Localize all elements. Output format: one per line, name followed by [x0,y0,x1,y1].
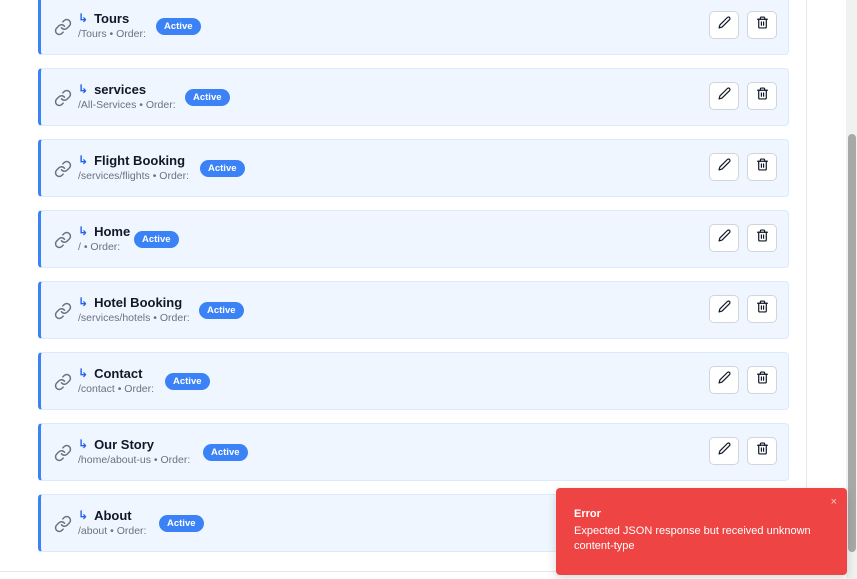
trash-icon [756,87,769,105]
link-icon [54,89,72,107]
item-title: About [94,507,132,523]
delete-button[interactable] [747,437,777,465]
delete-button[interactable] [747,11,777,39]
child-arrow-icon: ↳ [78,82,89,96]
pencil-icon [717,371,731,389]
edit-button[interactable] [709,11,739,39]
status-badge: Active [185,89,230,106]
item-path: /All-Services [78,99,137,111]
item-title: Tours [94,10,130,26]
trash-icon [756,229,769,247]
delete-button[interactable] [747,366,777,394]
pencil-icon [717,87,731,105]
item-title: Our Story [94,436,155,452]
item-order: • Order: [117,383,155,395]
link-icon [54,302,72,320]
status-badge: Active [156,18,201,35]
trash-icon [756,300,769,318]
trash-icon [756,16,769,34]
item-path: /home/about-us [78,454,151,466]
link-icon [54,160,72,178]
child-arrow-icon: ↳ [78,508,89,522]
edit-button[interactable] [709,295,739,323]
delete-button[interactable] [747,153,777,181]
close-icon[interactable]: × [831,496,837,508]
menu-item: ↳ services /All-Services • Order: Active [38,68,789,126]
item-path: /Tours [78,28,107,40]
item-title: Flight Booking [94,152,186,168]
scrollbar-thumb[interactable] [848,134,856,552]
pencil-icon [717,442,731,460]
delete-button[interactable] [747,82,777,110]
trash-icon [756,158,769,176]
edit-button[interactable] [709,153,739,181]
pencil-icon [717,300,731,318]
item-order: • Order: [110,525,147,537]
status-badge: Active [165,373,210,390]
edit-button[interactable] [709,437,739,465]
item-path: /about [78,525,108,537]
item-path: / [78,241,81,253]
status-badge: Active [203,444,248,461]
child-arrow-icon: ↳ [78,153,89,167]
menu-list: ↳ Tours /Tours • Order: Active ↳ service… [38,0,789,565]
child-arrow-icon: ↳ [78,224,89,238]
delete-button[interactable] [747,295,777,323]
status-badge: Active [200,160,245,177]
link-icon [54,444,72,462]
delete-button[interactable] [747,224,777,252]
menu-item: ↳ Contact /contact • Order: Active [38,352,789,410]
item-path: /contact [78,383,115,395]
item-order: • Order: [152,170,190,182]
link-icon [54,373,72,391]
viewport: ↳ Tours /Tours • Order: Active ↳ service… [0,0,857,579]
child-arrow-icon: ↳ [78,11,89,25]
item-title: services [94,81,147,97]
edit-button[interactable] [709,366,739,394]
item-title: Contact [94,365,143,381]
pencil-icon [717,16,731,34]
menu-item: ↳ Hotel Booking /services/hotels • Order… [38,281,789,339]
menu-item: ↳ Our Story /home/about-us • Order: Acti… [38,423,789,481]
edit-button[interactable] [709,82,739,110]
item-path: /services/hotels [78,312,151,324]
item-path: /services/flights [78,170,150,182]
trash-icon [756,442,769,460]
edit-button[interactable] [709,224,739,252]
status-badge: Active [199,302,244,319]
status-badge: Active [134,231,179,248]
menu-item: ↳ Flight Booking /services/flights • Ord… [38,139,789,197]
error-toast[interactable]: × Error Expected JSON response but recei… [556,488,847,575]
link-icon [54,231,72,249]
pencil-icon [717,229,731,247]
item-order: • Order: [109,28,146,40]
link-icon [54,18,72,36]
child-arrow-icon: ↳ [78,295,89,309]
menu-item: ↳ Home / • Order: Active [38,210,789,268]
status-badge: Active [159,515,204,532]
trash-icon [756,371,769,389]
item-order: • Order: [83,241,121,253]
child-arrow-icon: ↳ [78,437,89,451]
menu-item: ↳ Tours /Tours • Order: Active [38,0,789,55]
toast-message: Expected JSON response but received unkn… [574,525,811,552]
item-title: Home [94,223,131,239]
item-order: • Order: [153,312,190,324]
toast-title: Error [574,508,601,520]
pencil-icon [717,158,731,176]
item-order: • Order: [153,454,191,466]
child-arrow-icon: ↳ [78,366,89,380]
item-order: • Order: [139,99,176,111]
link-icon [54,515,72,533]
item-title: Hotel Booking [94,294,183,310]
